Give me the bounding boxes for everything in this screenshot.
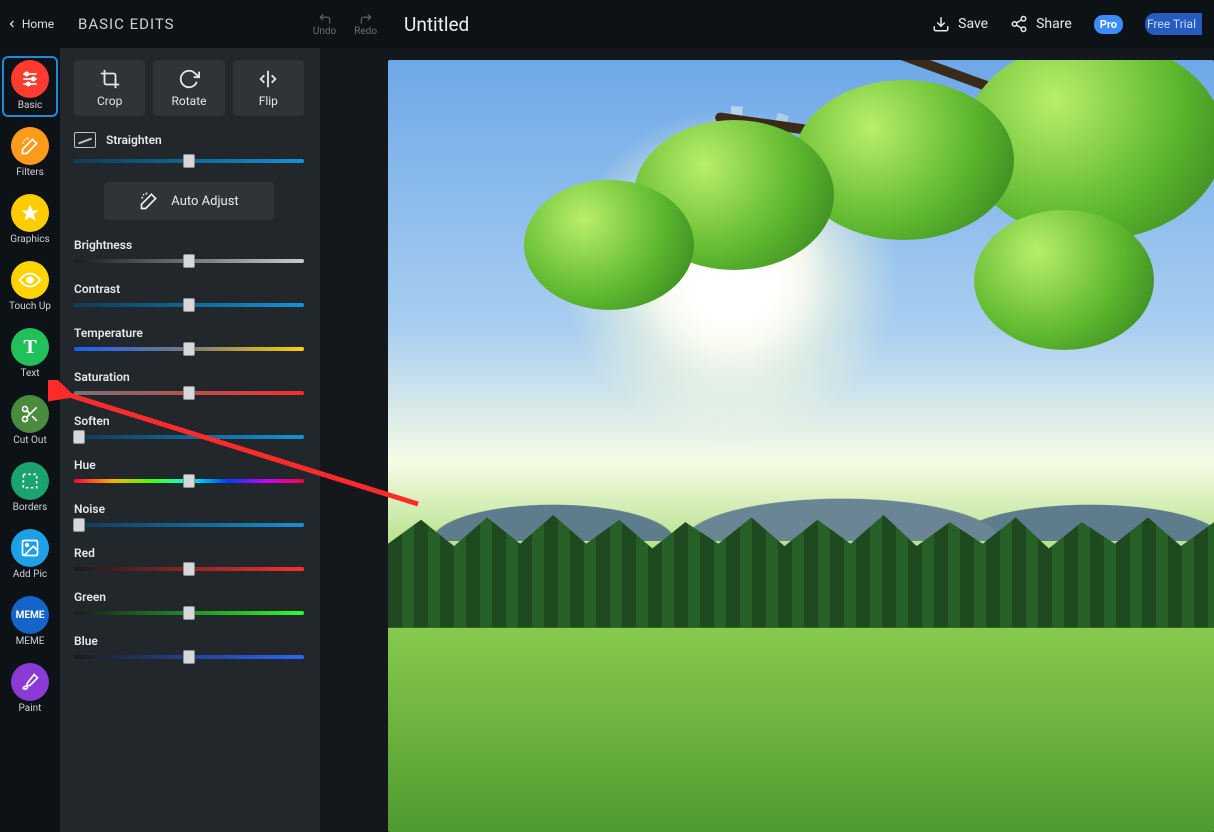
- image-canvas[interactable]: [388, 60, 1214, 832]
- brightness-label: Brightness: [74, 238, 304, 252]
- scissors-icon: [11, 395, 49, 433]
- pro-badge: Pro: [1094, 15, 1123, 34]
- text-icon: T: [11, 328, 49, 366]
- soften-slider[interactable]: [74, 430, 304, 444]
- temperature-label: Temperature: [74, 326, 304, 340]
- flip-label: Flip: [259, 94, 278, 108]
- redo-button[interactable]: Redo: [354, 12, 377, 37]
- basic-label: Basic: [18, 100, 43, 111]
- meme-tool[interactable]: MEME MEME: [2, 592, 58, 653]
- frame-icon: [11, 462, 49, 500]
- auto-adjust-button[interactable]: Auto Adjust: [104, 182, 274, 220]
- soften-label: Soften: [74, 414, 304, 428]
- eye-icon: [11, 261, 49, 299]
- undo-button[interactable]: Undo: [313, 12, 336, 37]
- basic-tool[interactable]: Basic: [2, 56, 58, 117]
- addpic-tool[interactable]: Add Pic: [2, 525, 58, 586]
- transform-row: Crop Rotate Flip: [74, 60, 304, 116]
- paint-label: Paint: [19, 703, 42, 714]
- redo-label: Redo: [354, 26, 377, 37]
- auto-adjust-label: Auto Adjust: [171, 194, 238, 209]
- contrast-label: Contrast: [74, 282, 304, 296]
- saturation-slider[interactable]: [74, 386, 304, 400]
- save-button[interactable]: Save: [932, 15, 988, 33]
- home-label: Home: [22, 17, 54, 31]
- document-title[interactable]: Untitled: [404, 13, 932, 36]
- addpic-label: Add Pic: [13, 569, 47, 580]
- flip-button[interactable]: Flip: [233, 60, 304, 116]
- meme-label: MEME: [16, 636, 45, 647]
- undo-label: Undo: [313, 26, 336, 37]
- hue-slider[interactable]: [74, 474, 304, 488]
- rotate-button[interactable]: Rotate: [153, 60, 224, 116]
- brush-icon: [11, 663, 49, 701]
- saturation-label: Saturation: [74, 370, 304, 384]
- noise-slider[interactable]: [74, 518, 304, 532]
- filters-tool[interactable]: Filters: [2, 123, 58, 184]
- download-icon: [932, 15, 950, 33]
- red-label: Red: [74, 546, 304, 560]
- graphics-tool[interactable]: Graphics: [2, 190, 58, 251]
- chevron-left-icon: [6, 18, 18, 30]
- top-actions: Save Share Pro Free Trial: [932, 13, 1214, 35]
- blue-label: Blue: [74, 634, 304, 648]
- borders-tool[interactable]: Borders: [2, 458, 58, 519]
- blue-slider[interactable]: [74, 650, 304, 664]
- section-title: BASIC EDITS: [60, 15, 310, 33]
- borders-label: Borders: [13, 502, 48, 513]
- straighten-slider[interactable]: [74, 154, 304, 168]
- undo-redo-group: Undo Redo: [310, 12, 380, 37]
- crop-label: Crop: [97, 94, 122, 108]
- flip-icon: [257, 68, 279, 90]
- meme-icon: MEME: [11, 596, 49, 634]
- temperature-slider[interactable]: [74, 342, 304, 356]
- text-tool[interactable]: T Text: [2, 324, 58, 385]
- free-trial-button[interactable]: Free Trial: [1145, 13, 1202, 35]
- touchup-label: Touch Up: [9, 301, 51, 312]
- redo-icon: [357, 12, 375, 26]
- red-slider[interactable]: [74, 562, 304, 576]
- crop-button[interactable]: Crop: [74, 60, 145, 116]
- filters-label: Filters: [16, 167, 44, 178]
- rotate-icon: [178, 68, 200, 90]
- green-label: Green: [74, 590, 304, 604]
- crop-icon: [99, 68, 121, 90]
- share-button[interactable]: Share: [1010, 15, 1072, 33]
- wand-icon: [11, 127, 49, 165]
- basic-edits-panel: Crop Rotate Flip Straighten Auto Adjust …: [60, 48, 320, 832]
- noise-label: Noise: [74, 502, 304, 516]
- cutout-tool[interactable]: Cut Out: [2, 391, 58, 452]
- canvas-area: [320, 48, 1214, 832]
- share-icon: [1010, 15, 1028, 33]
- touchup-tool[interactable]: Touch Up: [2, 257, 58, 318]
- tool-strip: Basic Filters Graphics Touch Up T Text C…: [0, 48, 60, 832]
- graphics-label: Graphics: [10, 234, 49, 245]
- green-slider[interactable]: [74, 606, 304, 620]
- star-icon: [11, 194, 49, 232]
- share-label: Share: [1036, 16, 1072, 32]
- undo-icon: [316, 12, 334, 26]
- rotate-label: Rotate: [172, 94, 207, 108]
- sparkle-wand-icon: [139, 191, 159, 211]
- straighten-label: Straighten: [106, 133, 162, 147]
- home-button[interactable]: Home: [0, 0, 60, 48]
- cutout-label: Cut Out: [13, 435, 46, 446]
- image-icon: [11, 529, 49, 567]
- straighten-row: Straighten: [74, 132, 304, 148]
- sliders-icon: [11, 60, 49, 98]
- contrast-slider[interactable]: [74, 298, 304, 312]
- top-bar: Home BASIC EDITS Undo Redo Untitled Save…: [0, 0, 1214, 48]
- brightness-slider[interactable]: [74, 254, 304, 268]
- text-label: Text: [20, 368, 39, 379]
- straighten-icon: [74, 132, 96, 148]
- paint-tool[interactable]: Paint: [2, 659, 58, 720]
- hue-label: Hue: [74, 458, 304, 472]
- save-label: Save: [958, 16, 988, 32]
